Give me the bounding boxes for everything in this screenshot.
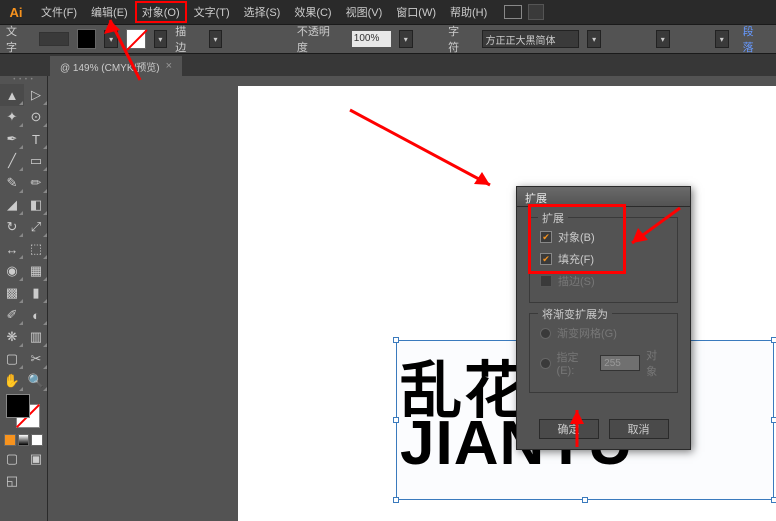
screen-mode-normal[interactable]: ▢ — [0, 448, 24, 470]
gradient-tool[interactable]: ▮ — [24, 282, 48, 304]
scale-tool[interactable]: ⤢ — [24, 216, 48, 238]
opt-stroke-label: 描边 — [175, 23, 196, 55]
gradient-group: 将渐变扩展为 渐变网格(G) 指定(E): 对象 — [529, 313, 678, 393]
line-tool[interactable]: ╱ — [0, 150, 24, 172]
expand-group: 扩展 ✔ 对象(B) ✔ 填充(F) 描边(S) — [529, 217, 678, 303]
specify-unit-label: 对象 — [646, 347, 667, 379]
slice-tool[interactable]: ✂ — [24, 348, 48, 370]
menubar: Ai 文件(F) 编辑(E) 对象(O) 文字(T) 选择(S) 效果(C) 视… — [0, 0, 776, 24]
checkbox-fill-label: 填充(F) — [558, 251, 594, 267]
fill-dropdown[interactable] — [104, 30, 118, 48]
tab-bar: @ 149% (CMYK/预览) × — [0, 54, 776, 76]
eyedropper-tool[interactable]: ✐ — [0, 304, 24, 326]
menu-select[interactable]: 选择(S) — [237, 1, 288, 23]
menu-help[interactable]: 帮助(H) — [443, 1, 494, 23]
expand-group-title: 扩展 — [538, 210, 568, 226]
gradient-mode-icon[interactable] — [18, 434, 30, 446]
zoom-tool[interactable]: 🔍 — [24, 370, 48, 392]
checkbox-stroke-label: 描边(S) — [558, 273, 595, 289]
checkbox-stroke-row: 描边(S) — [540, 270, 667, 292]
pencil-tool[interactable]: ✏ — [24, 172, 48, 194]
selection-tool[interactable]: ▲ — [0, 84, 24, 106]
eraser-tool[interactable]: ◧ — [24, 194, 48, 216]
color-swatches — [0, 392, 47, 432]
change-screen-mode[interactable]: ◱ — [0, 470, 24, 492]
expand-dialog: 扩展 扩展 ✔ 对象(B) ✔ 填充(F) 描边(S) 将渐变扩展为 渐变网格(… — [516, 186, 691, 450]
perspective-tool[interactable]: ▦ — [24, 260, 48, 282]
magic-wand-tool[interactable]: ✦ — [0, 106, 24, 128]
checkbox-stroke — [540, 275, 552, 287]
tab-close-icon[interactable]: × — [166, 60, 172, 72]
opt-text-dropdown[interactable] — [39, 32, 68, 46]
checkbox-fill-row[interactable]: ✔ 填充(F) — [540, 248, 667, 270]
mesh-tool[interactable]: ▩ — [0, 282, 24, 304]
lasso-tool[interactable]: ⊙ — [24, 106, 48, 128]
radio-mesh — [540, 328, 551, 339]
checkbox-object[interactable]: ✔ — [540, 231, 552, 243]
fill-swatch[interactable] — [6, 394, 30, 418]
checkbox-object-label: 对象(B) — [558, 229, 595, 245]
artboard-tool[interactable]: ▢ — [0, 348, 24, 370]
stroke-dropdown[interactable] — [154, 30, 168, 48]
font-style-dropdown[interactable] — [656, 30, 670, 48]
radio-specify — [540, 358, 551, 369]
width-tool[interactable]: ↔ — [0, 238, 24, 260]
workspace-icon[interactable] — [504, 5, 522, 19]
rotate-tool[interactable]: ↻ — [0, 216, 24, 238]
arrange-icon[interactable] — [528, 4, 544, 20]
blob-brush-tool[interactable]: ◢ — [0, 194, 24, 216]
screen-mode-full[interactable]: ▣ — [24, 448, 48, 470]
opacity-dropdown[interactable] — [399, 30, 413, 48]
symbol-sprayer-tool[interactable]: ❋ — [0, 326, 24, 348]
document-tab[interactable]: @ 149% (CMYK/预览) × — [50, 56, 182, 76]
menu-window[interactable]: 窗口(W) — [389, 1, 443, 23]
menu-object[interactable]: 对象(O) — [135, 1, 187, 23]
radio-mesh-label: 渐变网格(G) — [557, 325, 617, 341]
checkbox-object-row[interactable]: ✔ 对象(B) — [540, 226, 667, 248]
rectangle-tool[interactable]: ▭ — [24, 150, 48, 172]
fill-color[interactable] — [77, 29, 97, 49]
radio-specify-row: 指定(E): 对象 — [540, 344, 667, 382]
paragraph-link[interactable]: 段落 — [737, 23, 770, 55]
opt-char-label: 字符 — [448, 23, 469, 55]
direct-selection-tool[interactable]: ▷ — [24, 84, 48, 106]
radio-mesh-row: 渐变网格(G) — [540, 322, 667, 344]
cancel-button[interactable]: 取消 — [609, 419, 669, 439]
tab-title: @ 149% (CMYK/预览) — [60, 59, 160, 74]
ok-button[interactable]: 确定 — [539, 419, 599, 439]
specify-input — [600, 355, 640, 371]
options-bar: 文字 描边 不透明度 100% 字符 方正正大黑简体 段落 — [0, 24, 776, 54]
hand-tool[interactable]: ✋ — [0, 370, 24, 392]
pen-tool[interactable]: ✒ — [0, 128, 24, 150]
blend-tool[interactable]: ◐ — [24, 304, 48, 326]
menu-edit[interactable]: 编辑(E) — [84, 1, 135, 23]
toolbox-grip[interactable] — [0, 76, 47, 84]
checkbox-fill[interactable]: ✔ — [540, 253, 552, 265]
font-select[interactable]: 方正正大黑简体 — [482, 30, 580, 48]
opt-opacity-label: 不透明度 — [297, 23, 340, 55]
font-dropdown[interactable] — [587, 30, 601, 48]
opacity-value[interactable]: 100% — [352, 31, 391, 47]
stroke-color[interactable] — [126, 29, 146, 49]
menu-type[interactable]: 文字(T) — [187, 1, 237, 23]
color-mode-icon[interactable] — [4, 434, 16, 446]
shape-builder-tool[interactable]: ◉ — [0, 260, 24, 282]
stroke-weight-dropdown[interactable] — [209, 30, 223, 48]
opt-text-label: 文字 — [6, 23, 27, 55]
app-logo: Ai — [4, 3, 28, 21]
menu-view[interactable]: 视图(V) — [339, 1, 390, 23]
dialog-title[interactable]: 扩展 — [517, 187, 690, 207]
column-graph-tool[interactable]: ▥ — [24, 326, 48, 348]
menu-effect[interactable]: 效果(C) — [287, 1, 338, 23]
font-size-dropdown[interactable] — [715, 30, 729, 48]
toolbox: ▲ ▷ ✦ ⊙ ✒ T ╱ ▭ ✎ ✏ ◢ ◧ ↻ ⤢ ↔ ⬚ ◉ ▦ ▩ ▮ … — [0, 76, 48, 521]
none-mode-icon[interactable] — [31, 434, 43, 446]
menu-extras — [504, 4, 544, 20]
gradient-group-title: 将渐变扩展为 — [538, 306, 612, 322]
free-transform-tool[interactable]: ⬚ — [24, 238, 48, 260]
type-tool[interactable]: T — [24, 128, 48, 150]
paintbrush-tool[interactable]: ✎ — [0, 172, 24, 194]
menu-file[interactable]: 文件(F) — [34, 1, 84, 23]
radio-specify-label: 指定(E): — [557, 349, 595, 377]
